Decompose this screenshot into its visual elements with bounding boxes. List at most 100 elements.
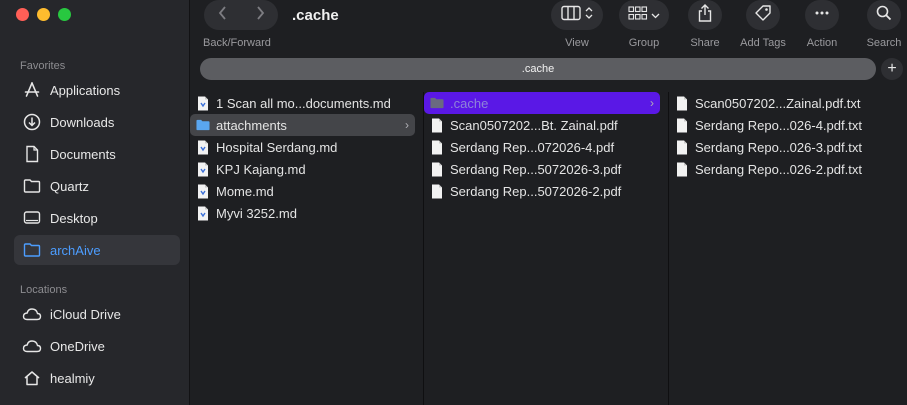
item-name: Serdang Repo...026-4.pdf.txt: [695, 117, 862, 133]
document-icon: [196, 161, 210, 177]
item-name: .cache: [450, 95, 489, 111]
file-row[interactable]: 1 Scan all mo...documents.md: [190, 92, 415, 114]
sidebar-item-desktop[interactable]: Desktop: [14, 203, 180, 233]
document-icon: [196, 183, 210, 199]
back-button[interactable]: [217, 5, 229, 26]
cloud-icon: [22, 304, 42, 324]
file-row[interactable]: KPJ Kajang.md: [190, 158, 415, 180]
window-title: .cache: [292, 7, 339, 24]
file-row[interactable]: Mome.md: [190, 180, 415, 202]
sidebar-item-label: Downloads: [50, 114, 115, 130]
file-row[interactable]: Serdang Rep...072026-4.pdf: [424, 136, 660, 158]
share-icon: [697, 3, 713, 28]
chevron-right-icon: ›: [650, 96, 654, 110]
sidebar-item-label: Documents: [50, 146, 116, 162]
favorites-list: Applications Downloads Documents Quartz …: [14, 75, 180, 267]
document-icon: [196, 95, 210, 111]
locations-title: Locations: [20, 284, 68, 296]
file-row[interactable]: Serdang Rep...5072026-2.pdf: [424, 180, 660, 202]
home-icon: [22, 368, 42, 388]
file-row[interactable]: Myvi 3252.md: [190, 202, 415, 224]
sidebar-item-healmiy[interactable]: healmiy: [14, 363, 180, 393]
share-tool: Share: [673, 0, 737, 49]
item-name: Myvi 3252.md: [216, 205, 297, 221]
sidebar-item-applications[interactable]: Applications: [14, 75, 180, 105]
share-button[interactable]: [688, 0, 722, 30]
close-button[interactable]: [16, 8, 29, 21]
item-name: Serdang Repo...026-2.pdf.txt: [695, 161, 862, 177]
view-label: View: [565, 37, 589, 49]
document-icon: [675, 95, 689, 111]
browser-column-3: Scan0507202...Zainal.pdf.txt Serdang Repo…: [669, 92, 907, 405]
path-bar[interactable]: .cache: [200, 58, 876, 80]
sidebar-item-label: Desktop: [50, 210, 98, 226]
file-row[interactable]: Scan0507202...Zainal.pdf.txt: [669, 92, 899, 114]
desktop-icon: [22, 208, 42, 228]
chevron-right-icon: [256, 5, 264, 20]
document-icon: [430, 183, 444, 199]
group-button[interactable]: [619, 0, 669, 30]
window-controls: [16, 8, 71, 21]
folder-icon: [430, 95, 444, 111]
columns-view-icon: [561, 5, 583, 26]
browser-column-1: 1 Scan all mo...documents.md attachments ›…: [190, 92, 424, 405]
sidebar-item-label: OneDrive: [50, 338, 105, 354]
action-label: Action: [806, 37, 838, 49]
sidebar-item-icloud-drive[interactable]: iCloud Drive: [14, 299, 180, 329]
document-icon: [196, 139, 210, 155]
browser-column-2: .cache › Scan0507202...Bt. Zainal.pdf Serda…: [424, 92, 669, 405]
add-path-button[interactable]: +: [881, 58, 903, 80]
chevron-right-icon: ›: [405, 118, 409, 132]
sidebar-item-documents[interactable]: Documents: [14, 139, 180, 169]
add-tags-tool: Add Tags: [731, 0, 795, 49]
document-icon: [430, 117, 444, 133]
item-name: Mome.md: [216, 183, 274, 199]
search-button[interactable]: [867, 0, 901, 30]
action-button[interactable]: [805, 0, 839, 30]
file-row[interactable]: Scan0507202...Bt. Zainal.pdf: [424, 114, 660, 136]
file-row[interactable]: Serdang Repo...026-4.pdf.txt: [669, 114, 899, 136]
folder-row[interactable]: attachments ›: [190, 114, 415, 136]
file-row[interactable]: Serdang Rep...5072026-3.pdf: [424, 158, 660, 180]
view-button[interactable]: [551, 0, 603, 30]
back-forward-control: [204, 0, 278, 30]
zoom-button[interactable]: [58, 8, 71, 21]
forward-button[interactable]: [254, 5, 266, 26]
document-icon: [430, 139, 444, 155]
favorites-title: Favorites: [20, 60, 66, 72]
document-icon: [22, 144, 42, 164]
file-row[interactable]: Hospital Serdang.md: [190, 136, 415, 158]
item-name: Serdang Repo...026-3.pdf.txt: [695, 139, 862, 155]
item-name: Scan0507202...Zainal.pdf.txt: [695, 95, 861, 111]
document-icon: [675, 139, 689, 155]
sidebar-item-onedrive[interactable]: OneDrive: [14, 331, 180, 361]
item-name: Serdang Rep...072026-4.pdf: [450, 139, 615, 155]
tag-icon: [753, 3, 773, 28]
share-label: Share: [690, 37, 720, 49]
sidebar-item-label: Quartz: [50, 178, 90, 194]
search-tool: Search: [852, 0, 907, 49]
item-name: 1 Scan all mo...documents.md: [216, 95, 391, 111]
sidebar-item-label: healmiy: [50, 370, 95, 386]
document-icon: [430, 161, 444, 177]
folder-row[interactable]: .cache ›: [424, 92, 660, 114]
item-name: Scan0507202...Bt. Zainal.pdf: [450, 117, 618, 133]
back-forward-label: Back/Forward: [203, 37, 271, 49]
file-row[interactable]: Serdang Repo...026-3.pdf.txt: [669, 136, 899, 158]
file-row[interactable]: Serdang Repo...026-2.pdf.txt: [669, 158, 899, 180]
sidebar-item-quartz[interactable]: Quartz: [14, 171, 180, 201]
search-icon: [875, 4, 893, 27]
path-label: .cache: [521, 63, 555, 75]
item-name: attachments: [216, 117, 287, 133]
downloads-icon: [22, 112, 42, 132]
group-tool: Group: [612, 0, 676, 49]
sidebar-item-archaive[interactable]: archAive: [14, 235, 180, 265]
view-tool: View: [545, 0, 609, 49]
minimize-button[interactable]: [37, 8, 50, 21]
folder-icon: [196, 117, 210, 133]
item-name: Serdang Rep...5072026-3.pdf: [450, 161, 622, 177]
add-tags-button[interactable]: [746, 0, 780, 30]
chevron-down-icon: [651, 6, 660, 24]
search-label: Search: [866, 37, 902, 49]
sidebar-item-downloads[interactable]: Downloads: [14, 107, 180, 137]
